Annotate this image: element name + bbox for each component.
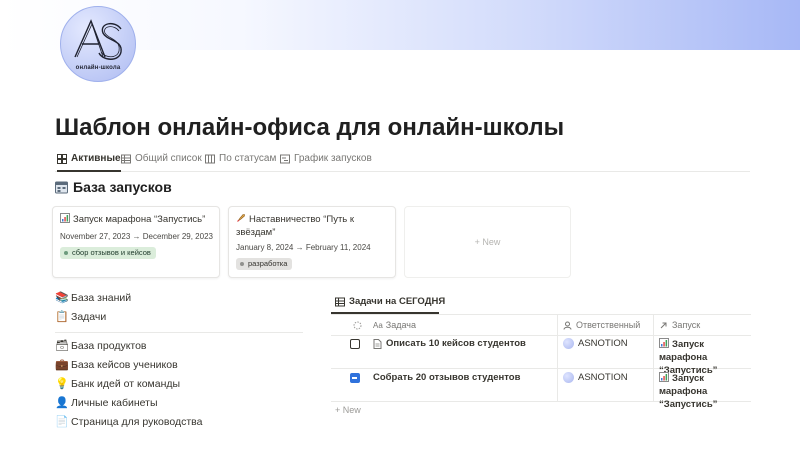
- tab-active[interactable]: Активные: [57, 153, 121, 172]
- school-logo: онлайн-школа: [60, 6, 136, 82]
- tasks-table-title[interactable]: Задачи на СЕГОДНЯ: [335, 296, 445, 307]
- column-header-owner[interactable]: Ответственный: [563, 315, 640, 335]
- board-icon: [205, 154, 215, 164]
- launch-card-date: November 27, 2023 → December 29, 2023: [60, 232, 213, 241]
- launch-card[interactable]: Наставничество “Путь к звёздам” January …: [228, 206, 396, 278]
- new-card-button[interactable]: + New: [404, 206, 571, 278]
- link-knowledge-base[interactable]: 📚 База знаний: [55, 290, 131, 306]
- launch-card-date: January 8, 2024 → February 11, 2024: [236, 243, 371, 252]
- launch-card-title: Запуск марафона “Запустись”: [60, 213, 211, 226]
- task-title[interactable]: Собрать 20 отзывов студентов: [373, 372, 520, 383]
- person-icon: 👤: [55, 397, 69, 409]
- task-checkbox[interactable]: [350, 339, 360, 349]
- tab-label: График запусков: [294, 153, 372, 164]
- chart-icon: [60, 213, 70, 223]
- task-title[interactable]: Описать 10 кейсов студентов: [373, 338, 526, 349]
- person-prop-icon: [563, 321, 572, 330]
- divider: [331, 335, 751, 336]
- relation-arrow-icon: [660, 322, 667, 328]
- status-badge: разработка: [236, 258, 293, 270]
- status-badge: сбор отзывов и кейсов: [60, 247, 156, 259]
- launches-heading[interactable]: База запусков: [55, 179, 172, 195]
- tab-by-status[interactable]: По статусам: [205, 153, 276, 172]
- box-icon: 🗃: [55, 340, 69, 352]
- logo-caption: онлайн-школа: [75, 65, 121, 71]
- text-prop-icon: Aa: [373, 320, 383, 330]
- page-title: Шаблон онлайн-офиса для онлайн-школы: [55, 114, 565, 141]
- column-header-status[interactable]: [353, 315, 366, 335]
- tab-general-list[interactable]: Общий список: [121, 153, 202, 172]
- divider: [55, 332, 303, 333]
- timeline-icon: [280, 154, 290, 164]
- view-tabs: Активные Общий список По статусам График…: [55, 150, 750, 172]
- new-row-button[interactable]: + New: [335, 405, 361, 415]
- avatar: [563, 372, 574, 383]
- link-management-page[interactable]: 📄 Страница для руководства: [55, 414, 202, 430]
- launch-card[interactable]: Запуск марафона “Запустись” November 27,…: [52, 206, 220, 278]
- launch-card-title: Наставничество “Путь к звёздам”: [236, 214, 355, 238]
- tab-label: Активные: [71, 153, 121, 164]
- tab-label: Общий список: [135, 153, 202, 164]
- task-owner[interactable]: ASNOTION: [563, 338, 628, 349]
- task-launch-relation[interactable]: Запуск марафона “Запустись”: [659, 372, 751, 411]
- divider: [653, 315, 654, 401]
- link-student-cases[interactable]: 💼 База кейсов учеников: [55, 357, 178, 373]
- launches-heading-label: База запусков: [73, 179, 172, 195]
- task-owner[interactable]: ASNOTION: [563, 372, 628, 383]
- status-icon: [353, 321, 362, 329]
- calendar-board-icon: [55, 181, 68, 193]
- checklist-icon: 📋: [55, 311, 69, 323]
- chart-icon: [659, 372, 669, 382]
- link-tasks[interactable]: 📋 Задачи: [55, 309, 106, 325]
- gallery-icon: [57, 154, 67, 164]
- document-icon: [373, 338, 382, 349]
- rocket-icon: [237, 214, 245, 222]
- chart-icon: [659, 338, 669, 348]
- avatar: [563, 338, 574, 349]
- tab-launch-timeline[interactable]: График запусков: [280, 153, 372, 172]
- lightbulb-icon: 💡: [55, 378, 69, 390]
- books-icon: 📚: [55, 292, 69, 304]
- document-icon: 📄: [55, 416, 69, 428]
- column-header-task[interactable]: Aa Задача: [373, 315, 416, 335]
- task-checkbox[interactable]: [350, 373, 360, 383]
- briefcase-icon: 💼: [55, 359, 69, 371]
- tab-label: По статусам: [219, 153, 277, 164]
- link-products-base[interactable]: 🗃 База продуктов: [55, 338, 147, 354]
- link-team-ideas[interactable]: 💡 Банк идей от команды: [55, 376, 180, 392]
- link-personal-accounts[interactable]: 👤 Личные кабинеты: [55, 395, 158, 411]
- table-icon: [121, 154, 131, 164]
- column-header-launch[interactable]: Запуск: [659, 315, 700, 335]
- table-icon: [335, 297, 345, 306]
- divider: [557, 315, 558, 401]
